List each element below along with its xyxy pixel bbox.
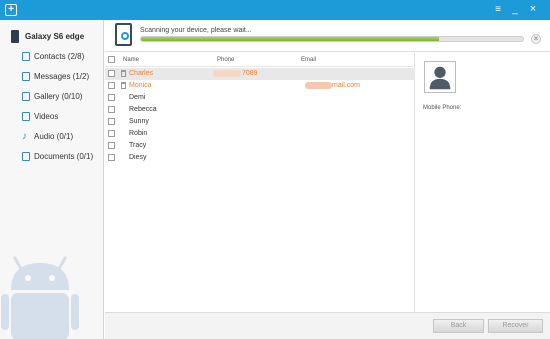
gallery-icon xyxy=(22,92,30,101)
scan-status-text: Scanning your device, please wait... xyxy=(140,27,252,34)
contacts-icon xyxy=(22,52,30,61)
plus-icon[interactable]: + xyxy=(5,4,17,16)
row-checkbox[interactable] xyxy=(108,94,115,101)
scan-progress-bar xyxy=(140,36,524,42)
row-checkbox[interactable] xyxy=(108,142,115,149)
table-row[interactable]: Monica mail.com xyxy=(105,80,415,92)
row-checkbox[interactable] xyxy=(108,106,115,113)
sidebar-item-label: Messages (1/2) xyxy=(34,72,90,81)
contact-name: Monica xyxy=(129,82,152,89)
contact-email: mail.com xyxy=(332,82,361,89)
footer-bar: Back Recover xyxy=(105,312,550,339)
sidebar-item-label: Contacts (2/8) xyxy=(34,52,85,61)
scan-device-icon xyxy=(115,23,132,46)
deleted-icon xyxy=(121,82,126,89)
videos-icon xyxy=(22,112,30,121)
column-header-phone: Phone xyxy=(217,57,235,63)
contact-name: Robin xyxy=(129,130,148,137)
table-row[interactable]: Sunny xyxy=(105,116,415,128)
messages-icon xyxy=(22,72,30,81)
sidebar-item-label: Audio (0/1) xyxy=(34,132,74,141)
contacts-list: Name Phone Email Charles 7089 Monica mai… xyxy=(105,53,415,312)
sidebar-item-label: Gallery (0/10) xyxy=(34,92,83,101)
avatar xyxy=(424,61,456,93)
documents-icon xyxy=(22,152,30,161)
row-checkbox[interactable] xyxy=(108,154,115,161)
redacted-email xyxy=(305,82,332,89)
table-row[interactable]: Robin xyxy=(105,128,415,140)
column-header-email: Email xyxy=(301,57,317,63)
minimize-icon[interactable]: _ xyxy=(508,3,522,16)
scan-progress-fill xyxy=(141,37,439,41)
menu-icon[interactable]: ≡ xyxy=(491,3,505,16)
table-header: Name Phone Email xyxy=(105,53,415,67)
contact-name: Rebecca xyxy=(129,106,157,113)
scan-status-bar: Scanning your device, please wait... × xyxy=(105,20,550,52)
deleted-icon xyxy=(121,70,126,77)
audio-icon: ♪ xyxy=(22,131,27,142)
contact-name: Tracy xyxy=(129,142,147,149)
contact-detail-panel: Mobile Phone: xyxy=(416,53,550,312)
android-icon xyxy=(1,256,79,339)
contact-name: Demi xyxy=(129,94,146,101)
contact-name: Sunny xyxy=(129,118,149,125)
recover-button[interactable]: Recover xyxy=(488,319,543,333)
mobile-phone-label: Mobile Phone: xyxy=(423,105,462,111)
select-all-checkbox[interactable] xyxy=(108,56,115,63)
contact-name: Diesy xyxy=(129,154,147,161)
table-row[interactable]: Demi xyxy=(105,92,415,104)
sidebar-item-label: Documents (0/1) xyxy=(34,152,94,161)
redacted-phone xyxy=(213,70,241,77)
title-bar: + ≡ _ × xyxy=(0,0,550,20)
close-icon[interactable]: × xyxy=(526,3,540,16)
device-name: Galaxy S6 edge xyxy=(25,32,85,41)
sidebar: Galaxy S6 edge Contacts (2/8) Messages (… xyxy=(0,20,104,339)
table-row[interactable]: Diesy xyxy=(105,152,415,164)
sidebar-item-label: Videos xyxy=(34,112,59,121)
table-row[interactable]: Tracy xyxy=(105,140,415,152)
contact-phone: 7089 xyxy=(242,70,258,77)
table-row[interactable]: Charles 7089 xyxy=(105,68,415,80)
row-checkbox[interactable] xyxy=(108,130,115,137)
column-header-name: Name xyxy=(123,57,140,63)
table-row[interactable]: Rebecca xyxy=(105,104,415,116)
phone-icon xyxy=(11,30,19,43)
back-button[interactable]: Back xyxy=(433,319,484,333)
contact-name: Charles xyxy=(129,70,154,77)
row-checkbox[interactable] xyxy=(108,118,115,125)
main-panel: Scanning your device, please wait... × N… xyxy=(105,20,550,339)
row-checkbox[interactable] xyxy=(108,82,115,89)
row-checkbox[interactable] xyxy=(108,70,115,77)
stop-scan-button[interactable]: × xyxy=(531,34,541,44)
